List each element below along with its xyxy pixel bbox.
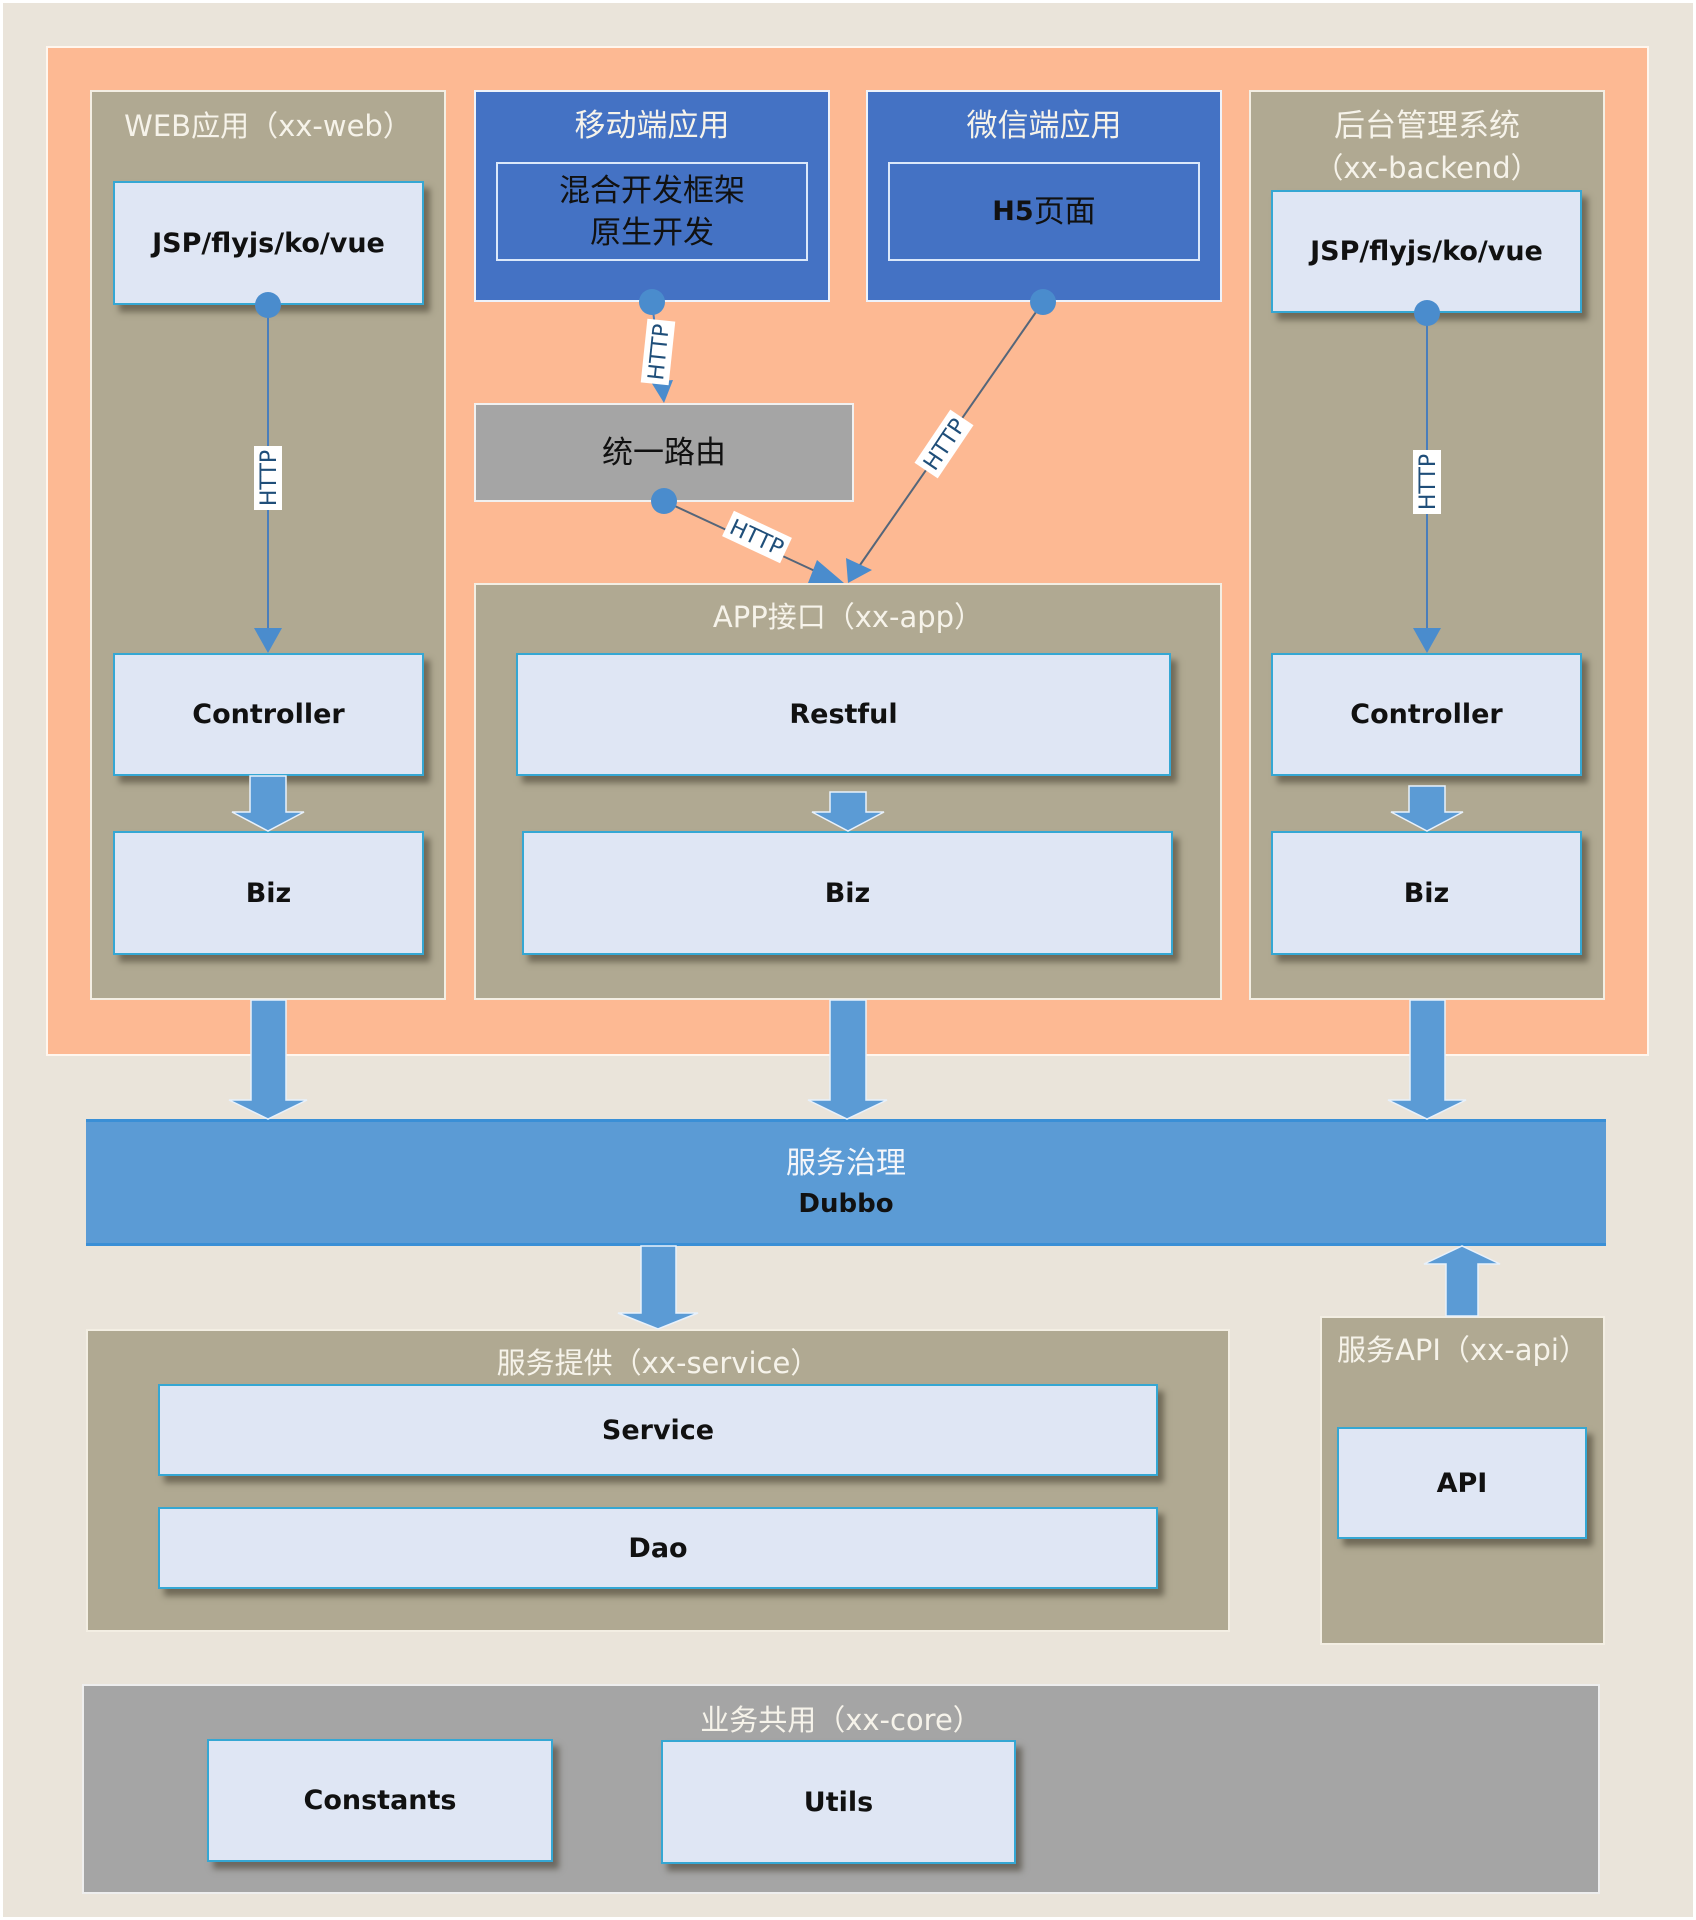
utils-module: Utils [661, 1740, 1016, 1864]
wechat-h5-bold: H5 [992, 195, 1034, 227]
backend-controller-module: Controller [1271, 653, 1582, 776]
app-restful-module: Restful [516, 653, 1171, 776]
backend-view-module: JSP/flyjs/ko/vue [1271, 190, 1582, 313]
wechat-app-title: 微信端应用 [966, 108, 1122, 144]
backend-biz-module: Biz [1271, 831, 1582, 955]
web-app-title: WEB应用（xx-web） [124, 109, 412, 143]
mobile-hybrid-label: 混合开发框架 [559, 172, 745, 209]
backend-title-line2: （xx-backend） [1314, 151, 1540, 185]
service-api-title: 服务API（xx-api） [1337, 1333, 1588, 1367]
mobile-framework-box: 混合开发框架 原生开发 [496, 162, 808, 261]
dao-module: Dao [158, 1507, 1158, 1589]
web-biz-module: Biz [113, 831, 424, 955]
mobile-app-title: 移动端应用 [574, 108, 730, 144]
web-controller-module: Controller [113, 653, 424, 776]
wechat-page-label: 页面 [1033, 193, 1096, 230]
app-interface-title: APP接口（xx-app） [712, 600, 984, 634]
unified-router: 统一路由 [474, 403, 854, 502]
router-label: 统一路由 [602, 435, 726, 471]
wechat-h5-box: H5 页面 [888, 162, 1200, 261]
constants-module: Constants [207, 1739, 553, 1862]
mobile-native-label: 原生开发 [590, 214, 714, 251]
governance-title: 服务治理 [786, 1145, 906, 1181]
service-provider-title: 服务提供（xx-service） [496, 1346, 820, 1380]
governance-subtitle: Dubbo [798, 1188, 894, 1219]
core-title: 业务共用（xx-core） [700, 1703, 982, 1737]
service-governance-bus: 服务治理 Dubbo [86, 1119, 1606, 1246]
web-view-module: JSP/flyjs/ko/vue [113, 181, 424, 305]
service-module: Service [158, 1384, 1158, 1476]
backend-title-line1: 后台管理系统 [1334, 108, 1520, 144]
app-biz-module: Biz [522, 831, 1173, 955]
api-module: API [1337, 1427, 1587, 1539]
